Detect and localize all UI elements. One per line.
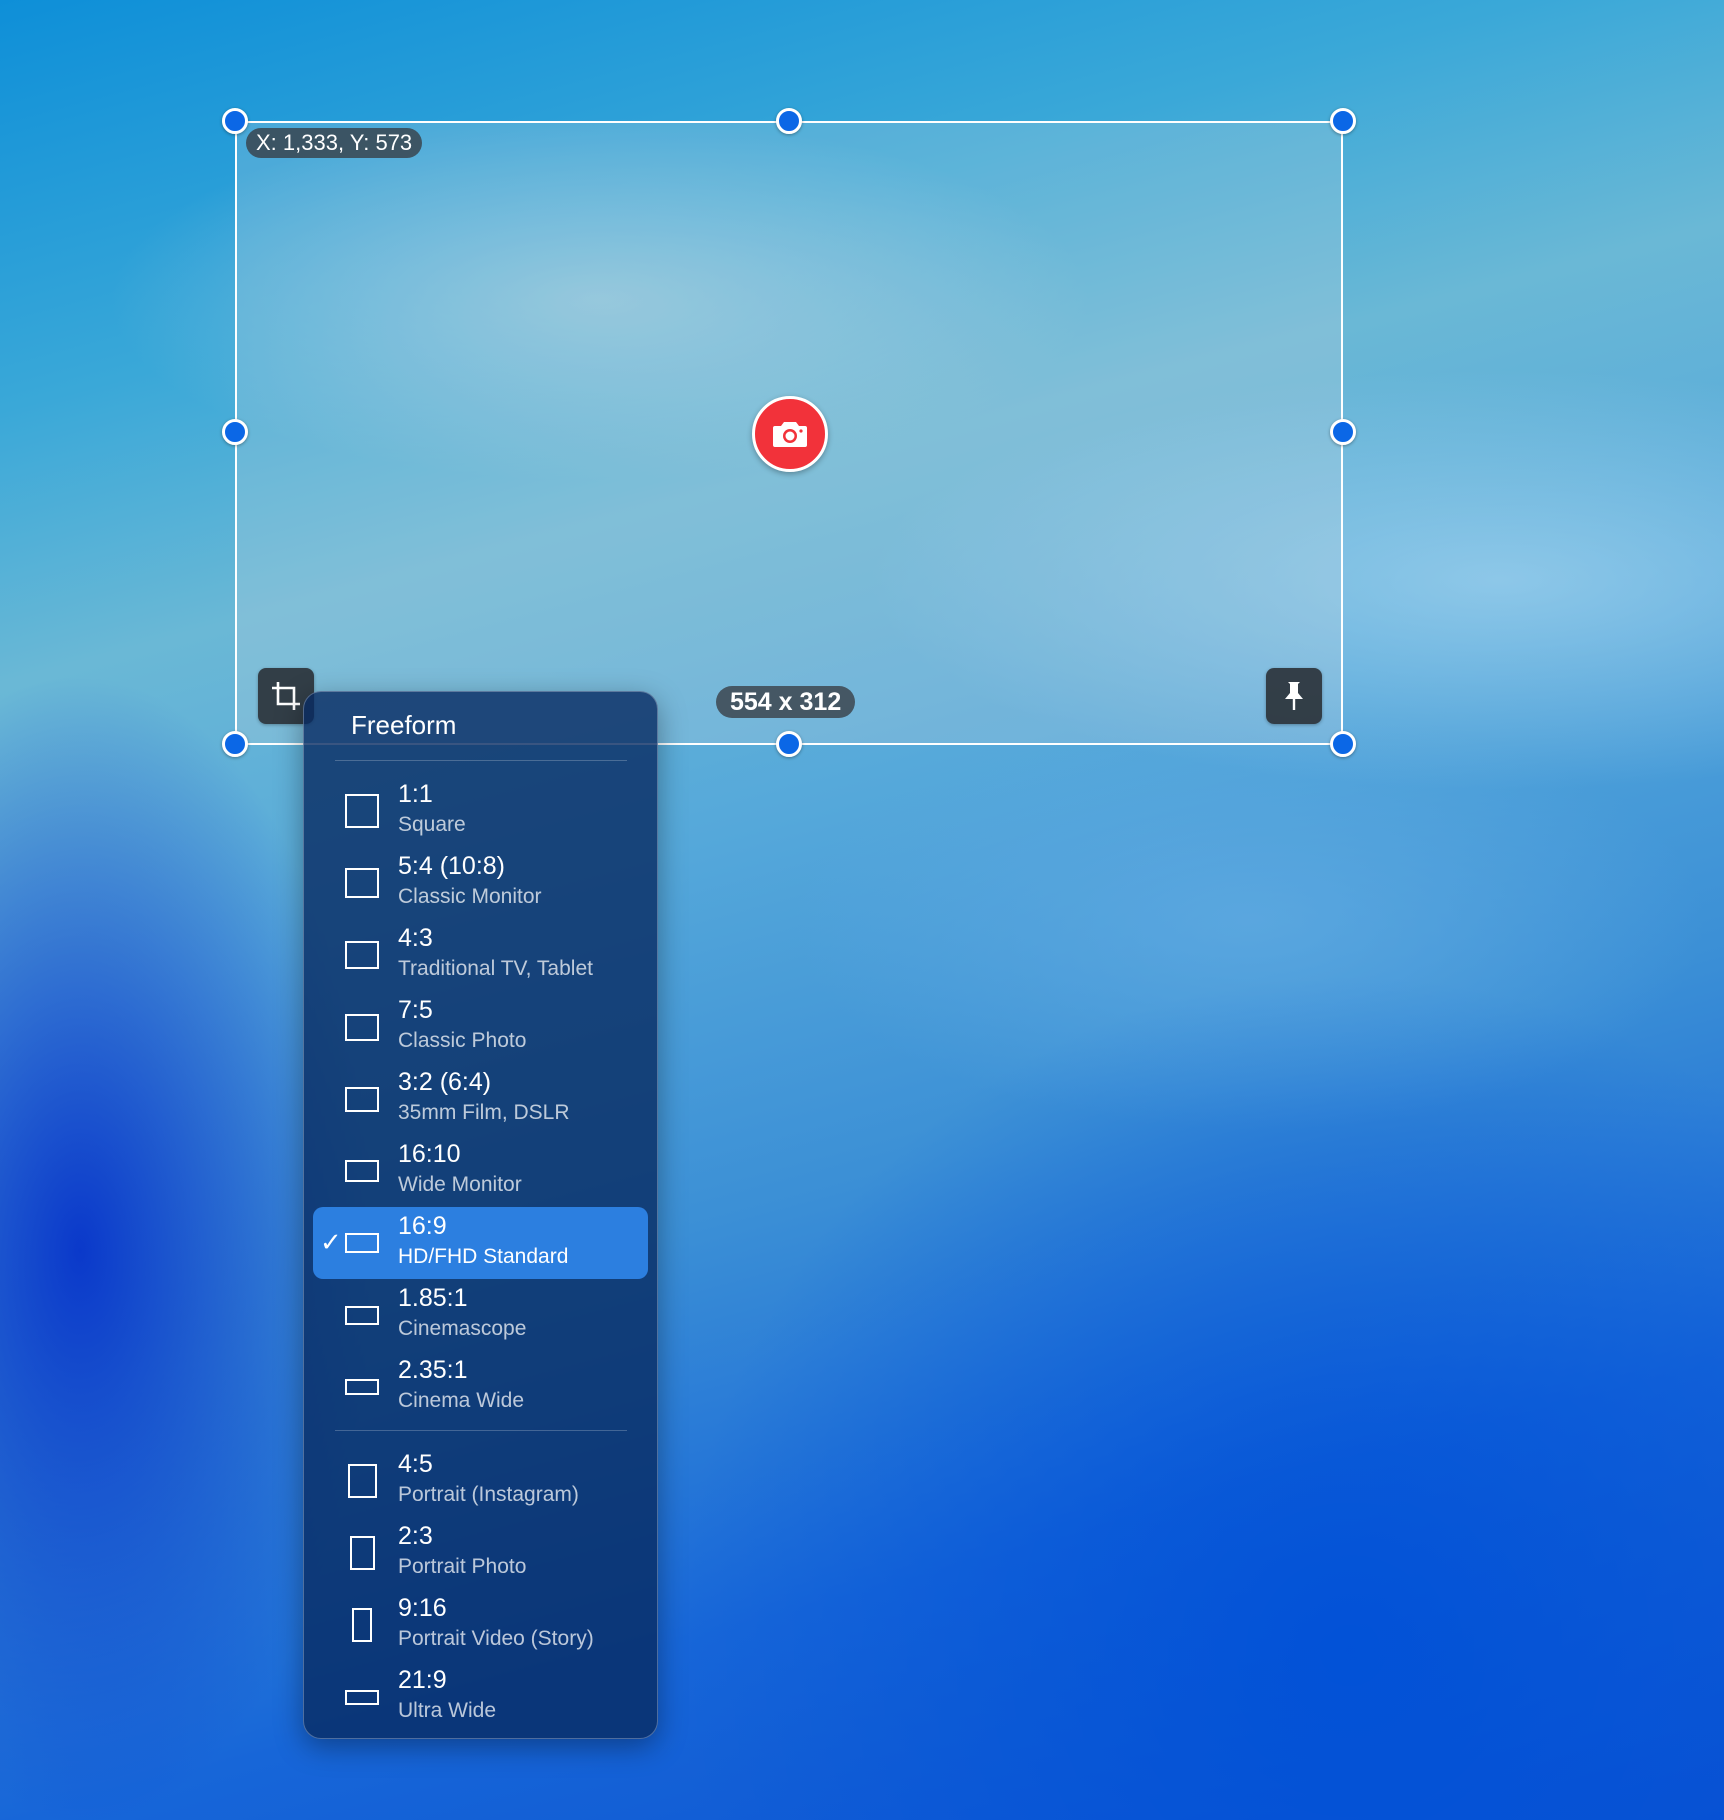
camera-icon bbox=[773, 422, 807, 447]
ratio-label: 21:9 bbox=[398, 1666, 447, 1694]
ratio-label: 4:3 bbox=[398, 924, 433, 952]
resize-handle-left[interactable] bbox=[222, 419, 248, 445]
ratio-label: 16:10 bbox=[398, 1140, 461, 1168]
resize-handle-bottom-right[interactable] bbox=[1330, 731, 1356, 757]
resize-handle-top[interactable] bbox=[776, 108, 802, 134]
aspect-ratio-icon bbox=[345, 1086, 379, 1112]
ratio-label: 5:4 (10:8) bbox=[398, 852, 506, 880]
coordinate-readout: X: 1,333, Y: 573 bbox=[246, 128, 423, 158]
ratio-description: Portrait Video (Story) bbox=[398, 1627, 594, 1650]
ratio-group-portrait: 4:5 Portrait (Instagram) 2:3 Portrait Photo… bbox=[304, 1445, 657, 1733]
ratio-group-standard: 1:1 Square 5:4 (10:8) Classic Monitor 4:3 Tra… bbox=[304, 775, 657, 1423]
ratio-description: Classic Monitor bbox=[398, 885, 542, 908]
ratio-description: Traditional TV, Tablet bbox=[398, 957, 593, 980]
menu-item-ratio-7-5[interactable]: 7:5 Classic Photo bbox=[313, 991, 648, 1063]
ratio-description: Portrait (Instagram) bbox=[398, 1483, 579, 1506]
menu-item-ratio-4-3[interactable]: 4:3 Traditional TV, Tablet bbox=[313, 919, 648, 991]
ratio-label: 3:2 (6:4) bbox=[398, 1068, 492, 1096]
ratio-description: Square bbox=[398, 813, 466, 836]
menu-item-ratio-5-4[interactable]: 5:4 (10:8) Classic Monitor bbox=[313, 847, 648, 919]
menu-separator bbox=[335, 760, 627, 761]
resize-handle-bottom-left[interactable] bbox=[222, 731, 248, 757]
ratio-label: 2.35:1 bbox=[398, 1356, 468, 1384]
ratio-description: Classic Photo bbox=[398, 1029, 527, 1052]
ratio-description: Cinemascope bbox=[398, 1317, 527, 1340]
aspect-ratio-icon bbox=[345, 794, 379, 828]
menu-item-ratio-21-9[interactable]: 21:9 Ultra Wide bbox=[313, 1661, 648, 1733]
aspect-ratio-icon bbox=[345, 1305, 379, 1325]
ratio-label: 4:5 bbox=[398, 1450, 433, 1478]
aspect-ratio-icon bbox=[345, 1233, 379, 1253]
menu-item-ratio-16-9[interactable]: ✓ 16:9 HD/FHD Standard bbox=[313, 1207, 648, 1279]
resize-handle-right[interactable] bbox=[1330, 419, 1356, 445]
checkmark-icon: ✓ bbox=[320, 1227, 342, 1257]
ratio-description: Cinema Wide bbox=[398, 1389, 525, 1412]
menu-item-ratio-2-35-1[interactable]: 2.35:1 Cinema Wide bbox=[313, 1351, 648, 1423]
aspect-ratio-icon bbox=[352, 1608, 372, 1642]
menu-item-ratio-4-5[interactable]: 4:5 Portrait (Instagram) bbox=[313, 1445, 648, 1517]
aspect-ratio-icon bbox=[345, 1160, 379, 1182]
ratio-description: Ultra Wide bbox=[398, 1699, 497, 1722]
ratio-description: HD/FHD Standard bbox=[398, 1245, 569, 1268]
menu-item-ratio-1-85-1[interactable]: 1.85:1 Cinemascope bbox=[313, 1279, 648, 1351]
ratio-description: Portrait Photo bbox=[398, 1555, 527, 1578]
aspect-ratio-icon bbox=[345, 1379, 379, 1395]
menu-item-ratio-9-16[interactable]: 9:16 Portrait Video (Story) bbox=[313, 1589, 648, 1661]
capture-button[interactable] bbox=[752, 396, 828, 472]
aspect-ratio-icon bbox=[345, 1013, 379, 1041]
menu-item-ratio-3-2[interactable]: 3:2 (6:4) 35mm Film, DSLR bbox=[313, 1063, 648, 1135]
pin-icon bbox=[1285, 682, 1303, 710]
ratio-description: Wide Monitor bbox=[398, 1173, 522, 1196]
menu-item-ratio-2-3[interactable]: 2:3 Portrait Photo bbox=[313, 1517, 648, 1589]
selection-size-readout: 554 x 312 bbox=[716, 686, 856, 718]
resize-handle-bottom[interactable] bbox=[776, 731, 802, 757]
ratio-description: 35mm Film, DSLR bbox=[398, 1101, 570, 1124]
aspect-ratio-icon bbox=[349, 1536, 375, 1570]
menu-separator bbox=[335, 1430, 627, 1431]
freeform-label: Freeform bbox=[351, 710, 457, 740]
menu-item-ratio-16-10[interactable]: 16:10 Wide Monitor bbox=[313, 1135, 648, 1207]
aspect-ratio-icon bbox=[345, 1689, 379, 1705]
ratio-label: 1:1 bbox=[398, 780, 433, 808]
resize-handle-top-left[interactable] bbox=[222, 108, 248, 134]
ratio-label: 2:3 bbox=[398, 1522, 433, 1550]
ratio-label: 16:9 bbox=[398, 1212, 447, 1240]
crop-icon bbox=[272, 682, 300, 710]
resize-handle-top-right[interactable] bbox=[1330, 108, 1356, 134]
aspect-ratio-menu: Freeform 1:1 Square 5:4 (10:8) Classic Moni… bbox=[303, 691, 658, 1739]
ratio-label: 9:16 bbox=[398, 1594, 447, 1622]
ratio-label: 1.85:1 bbox=[398, 1284, 468, 1312]
aspect-ratio-icon bbox=[345, 868, 379, 898]
aspect-ratio-icon bbox=[347, 1464, 377, 1498]
menu-item-ratio-1-1[interactable]: 1:1 Square bbox=[313, 775, 648, 847]
ratio-label: 7:5 bbox=[398, 996, 433, 1024]
pin-button[interactable] bbox=[1266, 668, 1322, 724]
aspect-ratio-icon bbox=[345, 941, 379, 969]
menu-item-freeform[interactable]: Freeform bbox=[304, 692, 657, 758]
